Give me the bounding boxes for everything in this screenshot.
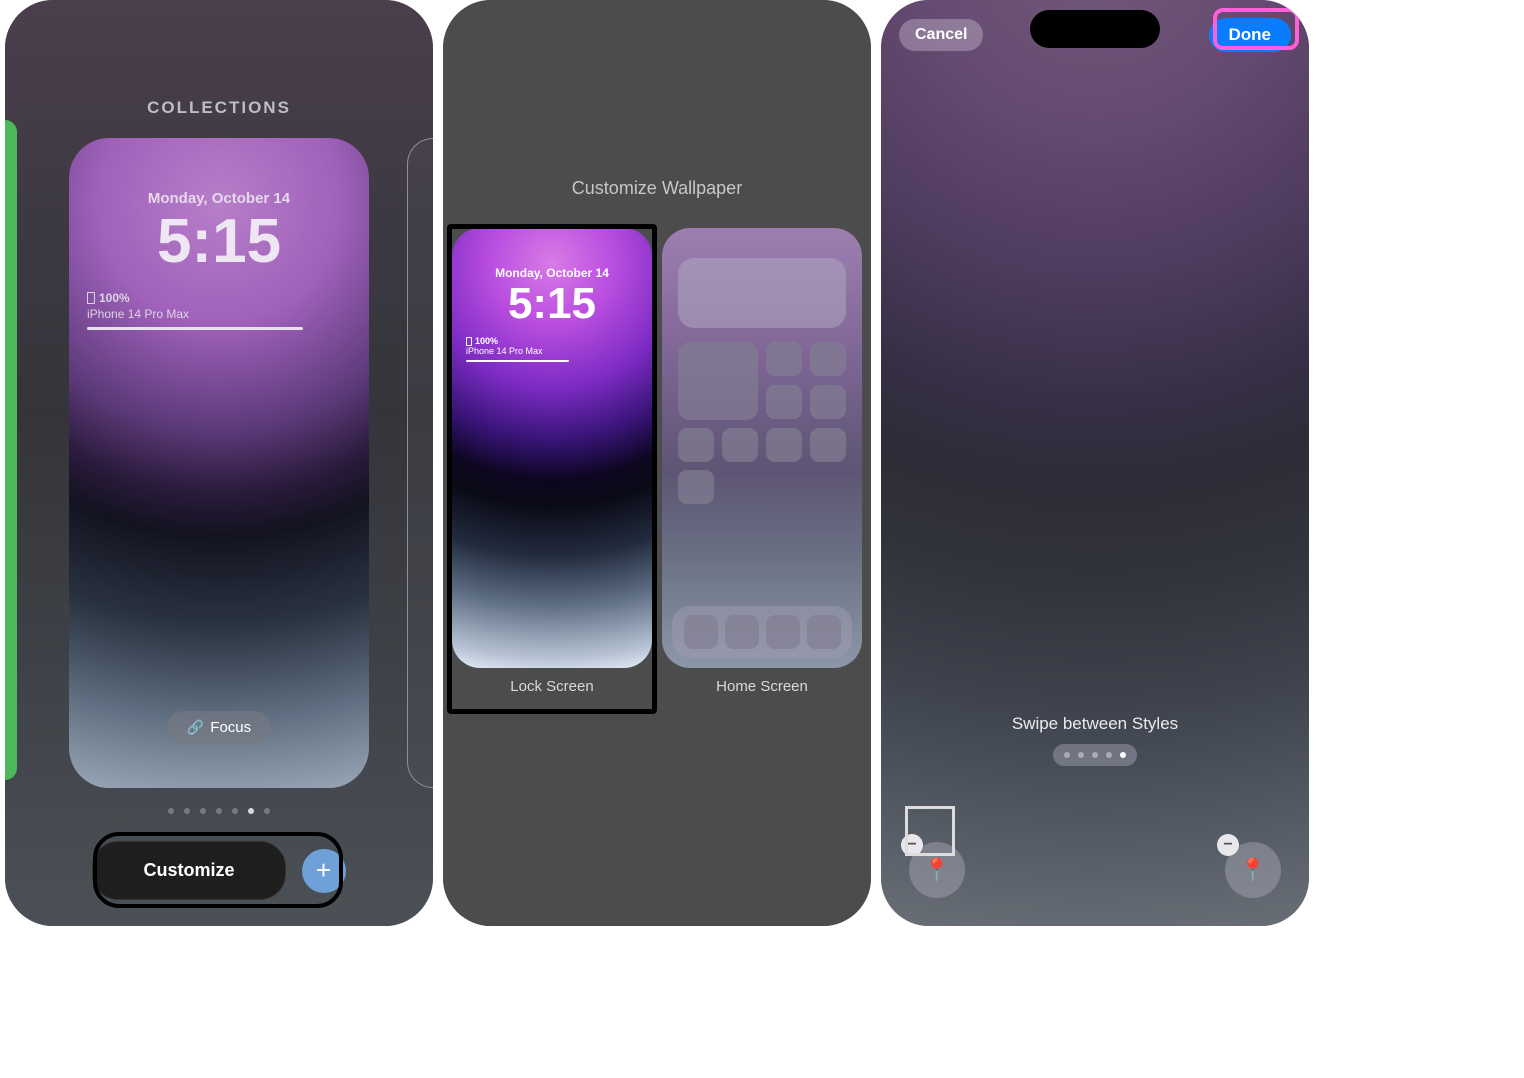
customize-wallpaper-screen: Customize Wallpaper Monday, October 14 5… [443, 0, 871, 926]
battery-icon [466, 337, 472, 346]
remove-badge[interactable]: − [901, 834, 923, 856]
flashlight-button-left[interactable]: − 📍 [909, 842, 965, 898]
lock-time: 5:15 [452, 282, 652, 326]
wallpaper-preview-card[interactable]: Monday, October 14 5:15 100% iPhone 14 P… [69, 138, 369, 788]
flashlight-icon: 📍 [923, 857, 950, 883]
swipe-styles-label: Swipe between Styles [881, 714, 1309, 734]
battery-widget: 100% iPhone 14 Pro Max [87, 291, 351, 330]
background [881, 0, 1309, 926]
flashlight-button-right[interactable]: − 📍 [1225, 842, 1281, 898]
add-wallpaper-button[interactable]: + [302, 849, 346, 893]
home-screen-label: Home Screen [662, 678, 862, 695]
collections-heading: COLLECTIONS [5, 98, 433, 118]
home-app-grid [678, 342, 846, 504]
plus-icon: + [316, 855, 331, 886]
customize-button[interactable]: Customize [92, 841, 285, 900]
focus-label: Focus [210, 719, 251, 736]
home-dock [672, 606, 852, 658]
home-screen-option[interactable]: Home Screen [662, 228, 862, 695]
device-model: iPhone 14 Pro Max [466, 346, 638, 356]
wallpaper-gallery-screen: COLLECTIONS Monday, October 14 5:15 100%… [5, 0, 433, 926]
battery-icon [87, 292, 95, 304]
link-icon: 🔗 [187, 719, 204, 736]
device-model: iPhone 14 Pro Max [87, 307, 351, 321]
done-button[interactable]: Done [1209, 18, 1292, 52]
battery-pct: 100% [475, 336, 498, 346]
home-screen-preview [662, 228, 862, 668]
lock-screen-label: Lock Screen [452, 678, 652, 695]
lock-time: 5:15 [69, 211, 369, 273]
customize-wallpaper-title: Customize Wallpaper [443, 178, 871, 199]
lock-screen-preview: Monday, October 14 5:15 100% iPhone 14 P… [452, 228, 652, 668]
lock-date: Monday, October 14 [452, 266, 652, 280]
lock-date: Monday, October 14 [69, 190, 369, 207]
home-widget-box [678, 258, 846, 328]
battery-pct: 100% [99, 291, 130, 305]
lock-screen-editor: Cancel Done Monday, October 14 5:15 100%… [881, 0, 1309, 926]
flashlight-icon: 📍 [1239, 857, 1266, 883]
battery-widget: 100% iPhone 14 Pro Max [466, 336, 638, 362]
cancel-button[interactable]: Cancel [899, 19, 983, 51]
focus-button[interactable]: 🔗 Focus [167, 711, 271, 744]
page-dots [5, 808, 433, 814]
prev-wallpaper-peek[interactable] [5, 120, 17, 780]
lock-screen-option[interactable]: Monday, October 14 5:15 100% iPhone 14 P… [452, 228, 652, 695]
style-page-dots[interactable] [1053, 744, 1137, 766]
next-wallpaper-peek[interactable] [407, 138, 433, 788]
battery-bar [466, 360, 569, 362]
battery-bar [87, 327, 303, 330]
remove-badge[interactable]: − [1217, 834, 1239, 856]
